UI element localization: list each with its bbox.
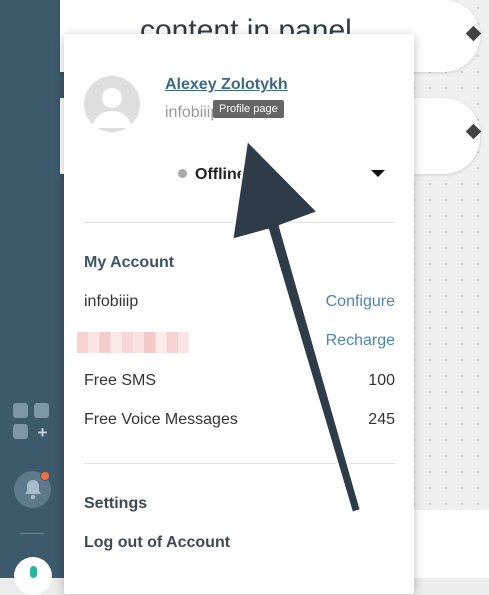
add-apps-icon[interactable]: + (13, 403, 51, 441)
free-voice-value: 245 (368, 411, 395, 428)
node-connector-icon[interactable] (465, 123, 482, 140)
redacted-balance (77, 332, 189, 353)
profile-tooltip: Profile page (213, 100, 284, 118)
profile-name-link[interactable]: Alexey Zolotykh (165, 76, 288, 94)
status-label: Offline (195, 166, 246, 183)
divider (84, 463, 395, 464)
profile-avatar[interactable] (84, 76, 140, 132)
balance-row: Recharge (77, 332, 395, 354)
free-voice-row: Free Voice Messages 245 (84, 411, 395, 433)
account-dropdown-panel: Alexey Zolotykh infobiiip Profile page O… (64, 34, 414, 594)
user-avatar-button[interactable] (14, 557, 52, 595)
configure-link[interactable]: Configure (326, 293, 395, 311)
account-login: infobiiip (84, 293, 139, 310)
account-row: infobiiip Configure (84, 293, 395, 315)
logout-menu-item[interactable]: Log out of Account (84, 534, 230, 552)
chevron-down-icon[interactable] (371, 170, 385, 177)
settings-menu-item[interactable]: Settings (84, 495, 147, 513)
rail-divider (20, 533, 44, 534)
status-dot-icon (178, 169, 187, 178)
node-connector-icon[interactable] (465, 25, 482, 42)
free-sms-label: Free SMS (84, 372, 157, 389)
section-title: My Account (84, 254, 175, 271)
free-sms-row: Free SMS 100 (84, 372, 395, 394)
profile-login: infobiiip (165, 104, 220, 121)
notification-badge (40, 471, 50, 481)
free-voice-label: Free Voice Messages (84, 411, 238, 428)
default-avatar-icon (92, 88, 132, 128)
status-selector[interactable]: Offline (178, 166, 246, 184)
recharge-link[interactable]: Recharge (326, 332, 395, 350)
notifications-button[interactable] (14, 471, 51, 508)
divider (84, 222, 395, 223)
free-sms-value: 100 (368, 372, 395, 389)
left-sidebar: + (0, 0, 70, 595)
bell-icon (25, 480, 41, 500)
